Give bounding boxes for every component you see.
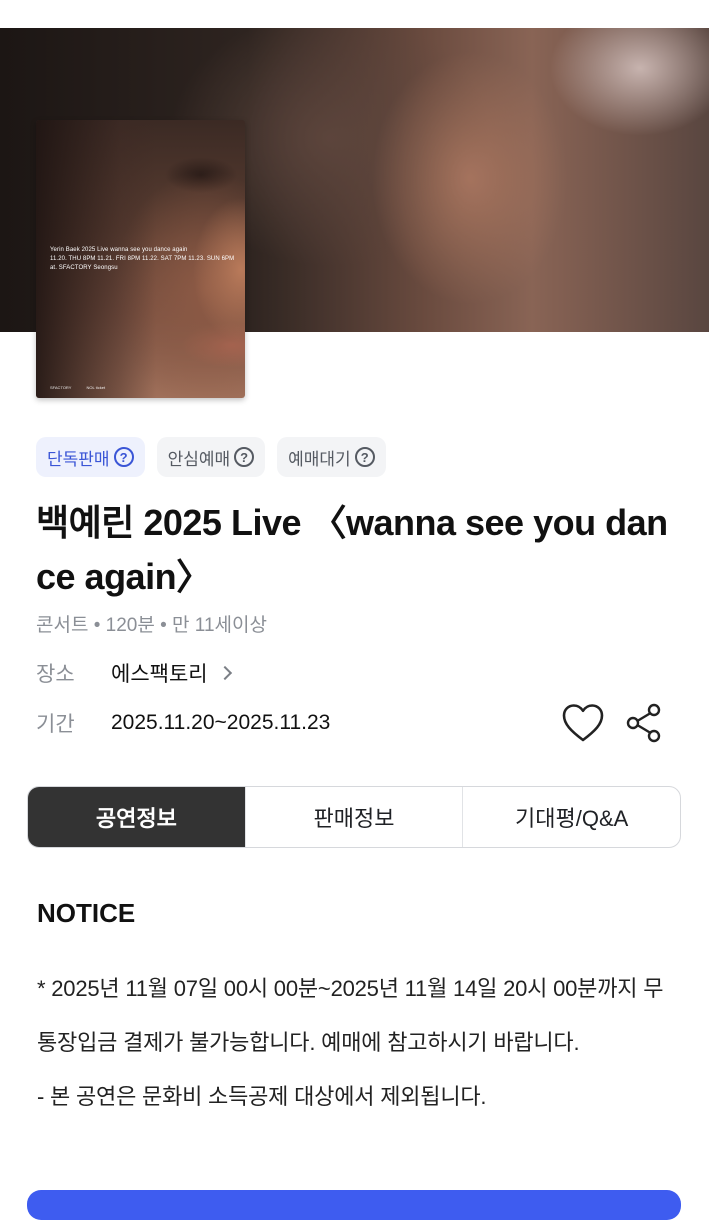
share-icon[interactable] <box>624 702 664 744</box>
poster-caption: Yerin Baek 2025 Live wanna see you dance… <box>50 246 245 273</box>
notice-paragraph: * 2025년 11월 07일 00시 00분~2025년 11월 14일 20… <box>37 976 664 1055</box>
question-circle-icon[interactable]: ? <box>354 447 375 467</box>
event-poster[interactable]: Yerin Baek 2025 Live wanna see you dance… <box>36 120 245 398</box>
badge-label: 안심예매 <box>167 449 231 469</box>
period-row: 기간 2025.11.20~2025.11.23 <box>36 708 330 738</box>
tab-performance-info[interactable]: 공연정보 <box>28 787 245 847</box>
question-circle-icon[interactable]: ? <box>234 447 255 467</box>
badge-safe-booking[interactable]: 안심예매 ? <box>156 437 266 477</box>
detail-tabs: 공연정보 판매정보 기대평/Q&A <box>27 786 681 848</box>
venue-value: 에스팩토리 <box>111 663 208 686</box>
notice-paragraph: - 본 공연은 문화비 소득공제 대상에서 제외됩니다. <box>37 1084 487 1109</box>
poster-logo-right: NOL ticket <box>86 385 106 390</box>
tab-sales-info[interactable]: 판매정보 <box>244 787 463 847</box>
status-bar-area <box>0 0 709 28</box>
event-meta: 콘서트 • 120분 • 만 11세이상 <box>36 615 267 636</box>
venue-link[interactable]: 에스팩토리 <box>111 658 232 688</box>
venue-row: 장소 에스팩토리 <box>36 658 232 688</box>
poster-logo-left: SFACTORY <box>50 385 72 390</box>
notice-heading: NOTICE <box>37 898 136 928</box>
heart-icon[interactable] <box>561 702 605 744</box>
poster-line-2: 11.20. THU 8PM 11.21. FRI 8PM 11.22. SAT… <box>50 256 235 262</box>
badge-exclusive-sale[interactable]: 단독판매 ? <box>36 437 145 477</box>
period-value: 2025.11.20~2025.11.23 <box>111 711 331 734</box>
period-label: 기간 <box>36 713 75 736</box>
poster-line-1: Yerin Baek 2025 Live wanna see you dance… <box>50 247 188 253</box>
chevron-right-icon <box>217 665 232 681</box>
question-circle-icon[interactable]: ? <box>113 447 134 467</box>
venue-label: 장소 <box>36 663 75 686</box>
poster-logos: SFACTORY NOL ticket <box>50 385 119 390</box>
notice-body: * 2025년 11월 07일 00시 00분~2025년 11월 14일 20… <box>37 962 677 1124</box>
badge-booking-waitlist[interactable]: 예매대기 ? <box>277 437 386 477</box>
badge-label: 단독판매 <box>47 449 110 469</box>
tab-reviews-qa[interactable]: 기대평/Q&A <box>462 787 680 847</box>
event-title: 백예린 2025 Live 〈wanna see you dance again… <box>36 502 668 597</box>
book-button[interactable] <box>27 1190 681 1220</box>
badge-label: 예매대기 <box>288 449 351 469</box>
sale-badges: 단독판매 ? 안심예매 ? 예매대기 ? <box>36 437 386 477</box>
poster-line-3: at. SFACTORY Seongsu <box>50 265 118 271</box>
